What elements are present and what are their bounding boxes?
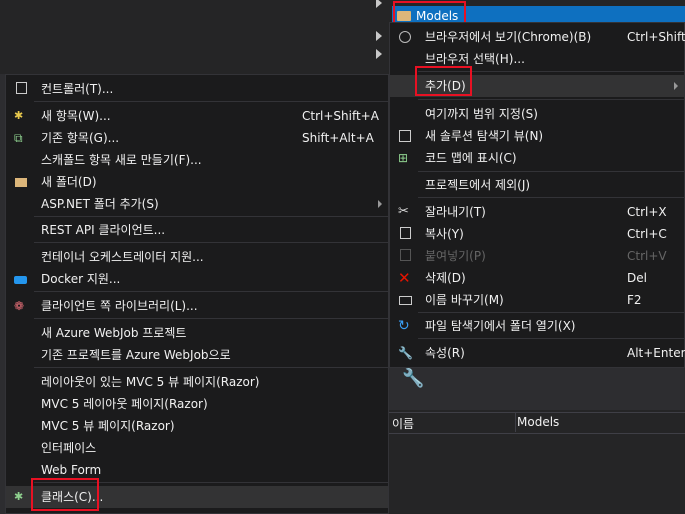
submenu-arrow-icon [674,82,678,90]
menu-separator [418,171,684,172]
submenu-arrow-icon [378,200,382,208]
refresh-arrow-icon: ↻ [398,318,410,334]
library-icon: ❁ [14,299,25,313]
menu-item-rename[interactable]: 이름 바꾸기(M) F2 [390,289,684,311]
menu-item-properties[interactable]: 🔧 속성(R) Alt+Enter [390,342,685,364]
expand-arrow-icon[interactable] [376,0,382,8]
code-map-icon: ⊞ [398,151,409,165]
menu-item-mvc5-view-with-layout[interactable]: 레이아웃이 있는 MVC 5 뷰 페이지(Razor) [6,371,388,393]
menu-item-show-on-code-map[interactable]: ⊞ 코드 맵에 표시(C) [390,147,684,169]
copy-icon [400,227,411,239]
menu-item-delete[interactable]: ✕ 삭제(D) Del [390,267,684,289]
menu-separator [34,216,388,217]
menu-separator [34,101,388,102]
expand-arrow-icon[interactable] [376,31,382,41]
menu-item-existing-project-as-webjob[interactable]: 기존 프로젝트를 Azure WebJob으로 [6,344,388,366]
menu-item-new-scaffolded-item[interactable]: 스캐폴드 항목 새로 만들기(F)... [6,149,388,171]
menu-separator [418,99,684,100]
properties-row: 이름 Models [388,412,685,434]
docker-icon [14,276,27,284]
new-folder-icon [15,178,27,187]
menu-separator [418,312,684,313]
menu-item-new-solution-explorer-view[interactable]: 새 솔루션 탐색기 뷰(N) [390,125,684,147]
editor-background [0,0,345,74]
controller-icon [16,82,27,94]
menu-item-client-side-library[interactable]: ❁ 클라이언트 쪽 라이브러리(L)... [6,295,388,317]
menu-item-open-folder-in-explorer[interactable]: ↻ 파일 탐색기에서 폴더 열기(X) [390,315,684,337]
menu-item-mvc5-layout-page[interactable]: MVC 5 레이아웃 페이지(Razor) [6,393,388,415]
menu-separator [34,242,388,243]
menu-separator [34,318,388,319]
expand-arrow-icon[interactable] [376,49,382,59]
context-submenu-add: 컨트롤러(T)... ✱ 새 항목(W)... Ctrl+Shift+A ⧉ 기… [5,74,389,514]
rename-icon [399,296,412,305]
wrench-icon[interactable]: 🔧 [402,368,424,389]
menu-item-docker-support[interactable]: Docker 지원... [6,268,388,290]
properties-toolbar: 🔧 [388,362,685,410]
menu-item-paste: 붙여넣기(P) Ctrl+V [390,245,684,267]
menu-item-rest-api-client[interactable]: REST API 클라이언트... [6,219,388,241]
menu-item-view-in-browser[interactable]: 브라우저에서 보기(Chrome)(B) Ctrl+Shift+ [390,26,685,48]
menu-item-new-item[interactable]: ✱ 새 항목(W)... Ctrl+Shift+A [6,105,388,127]
existing-item-icon: ⧉ [14,131,23,145]
menu-item-container-orchestrator[interactable]: 컨테이너 오케스트레이터 지원... [6,246,388,268]
browser-icon [399,31,411,43]
menu-separator [418,338,684,339]
menu-separator [34,367,388,368]
menu-item-mvc5-view-page[interactable]: MVC 5 뷰 페이지(Razor) [6,415,388,437]
highlight-box-class [31,478,99,511]
menu-separator [418,197,684,198]
menu-item-add-aspnet-folder[interactable]: ASP.NET 폴더 추가(S) [6,193,388,215]
property-value[interactable]: Models [517,415,559,429]
menu-item-new-folder[interactable]: 새 폴더(D) [6,171,388,193]
class-icon: ✱ [14,490,24,503]
menu-item-controller[interactable]: 컨트롤러(T)... [6,78,388,100]
scissors-icon: ✂ [398,204,409,219]
menu-item-new-azure-webjob[interactable]: 새 Azure WebJob 프로젝트 [6,322,388,344]
menu-item-exclude-from-project[interactable]: 프로젝트에서 제외(J) [390,174,684,196]
solution-explorer-icon [399,130,411,142]
new-item-icon: ✱ [14,109,24,122]
menu-item-interface[interactable]: 인터페이스 [6,437,388,459]
highlight-box-add [415,66,472,96]
menu-item-copy[interactable]: 복사(Y) Ctrl+C [390,223,684,245]
property-name: 이름 [392,417,415,431]
menu-item-scope-to-this[interactable]: 여기까지 범위 지정(S) [390,103,684,125]
column-divider [515,412,516,432]
paste-icon [400,249,411,261]
menu-separator [34,291,388,292]
menu-item-existing-item[interactable]: ⧉ 기존 항목(G)... Shift+Alt+A [6,127,388,149]
wrench-icon: 🔧 [398,346,413,360]
menu-item-cut[interactable]: ✂ 잘라내기(T) Ctrl+X [390,201,684,223]
delete-icon: ✕ [398,269,411,287]
